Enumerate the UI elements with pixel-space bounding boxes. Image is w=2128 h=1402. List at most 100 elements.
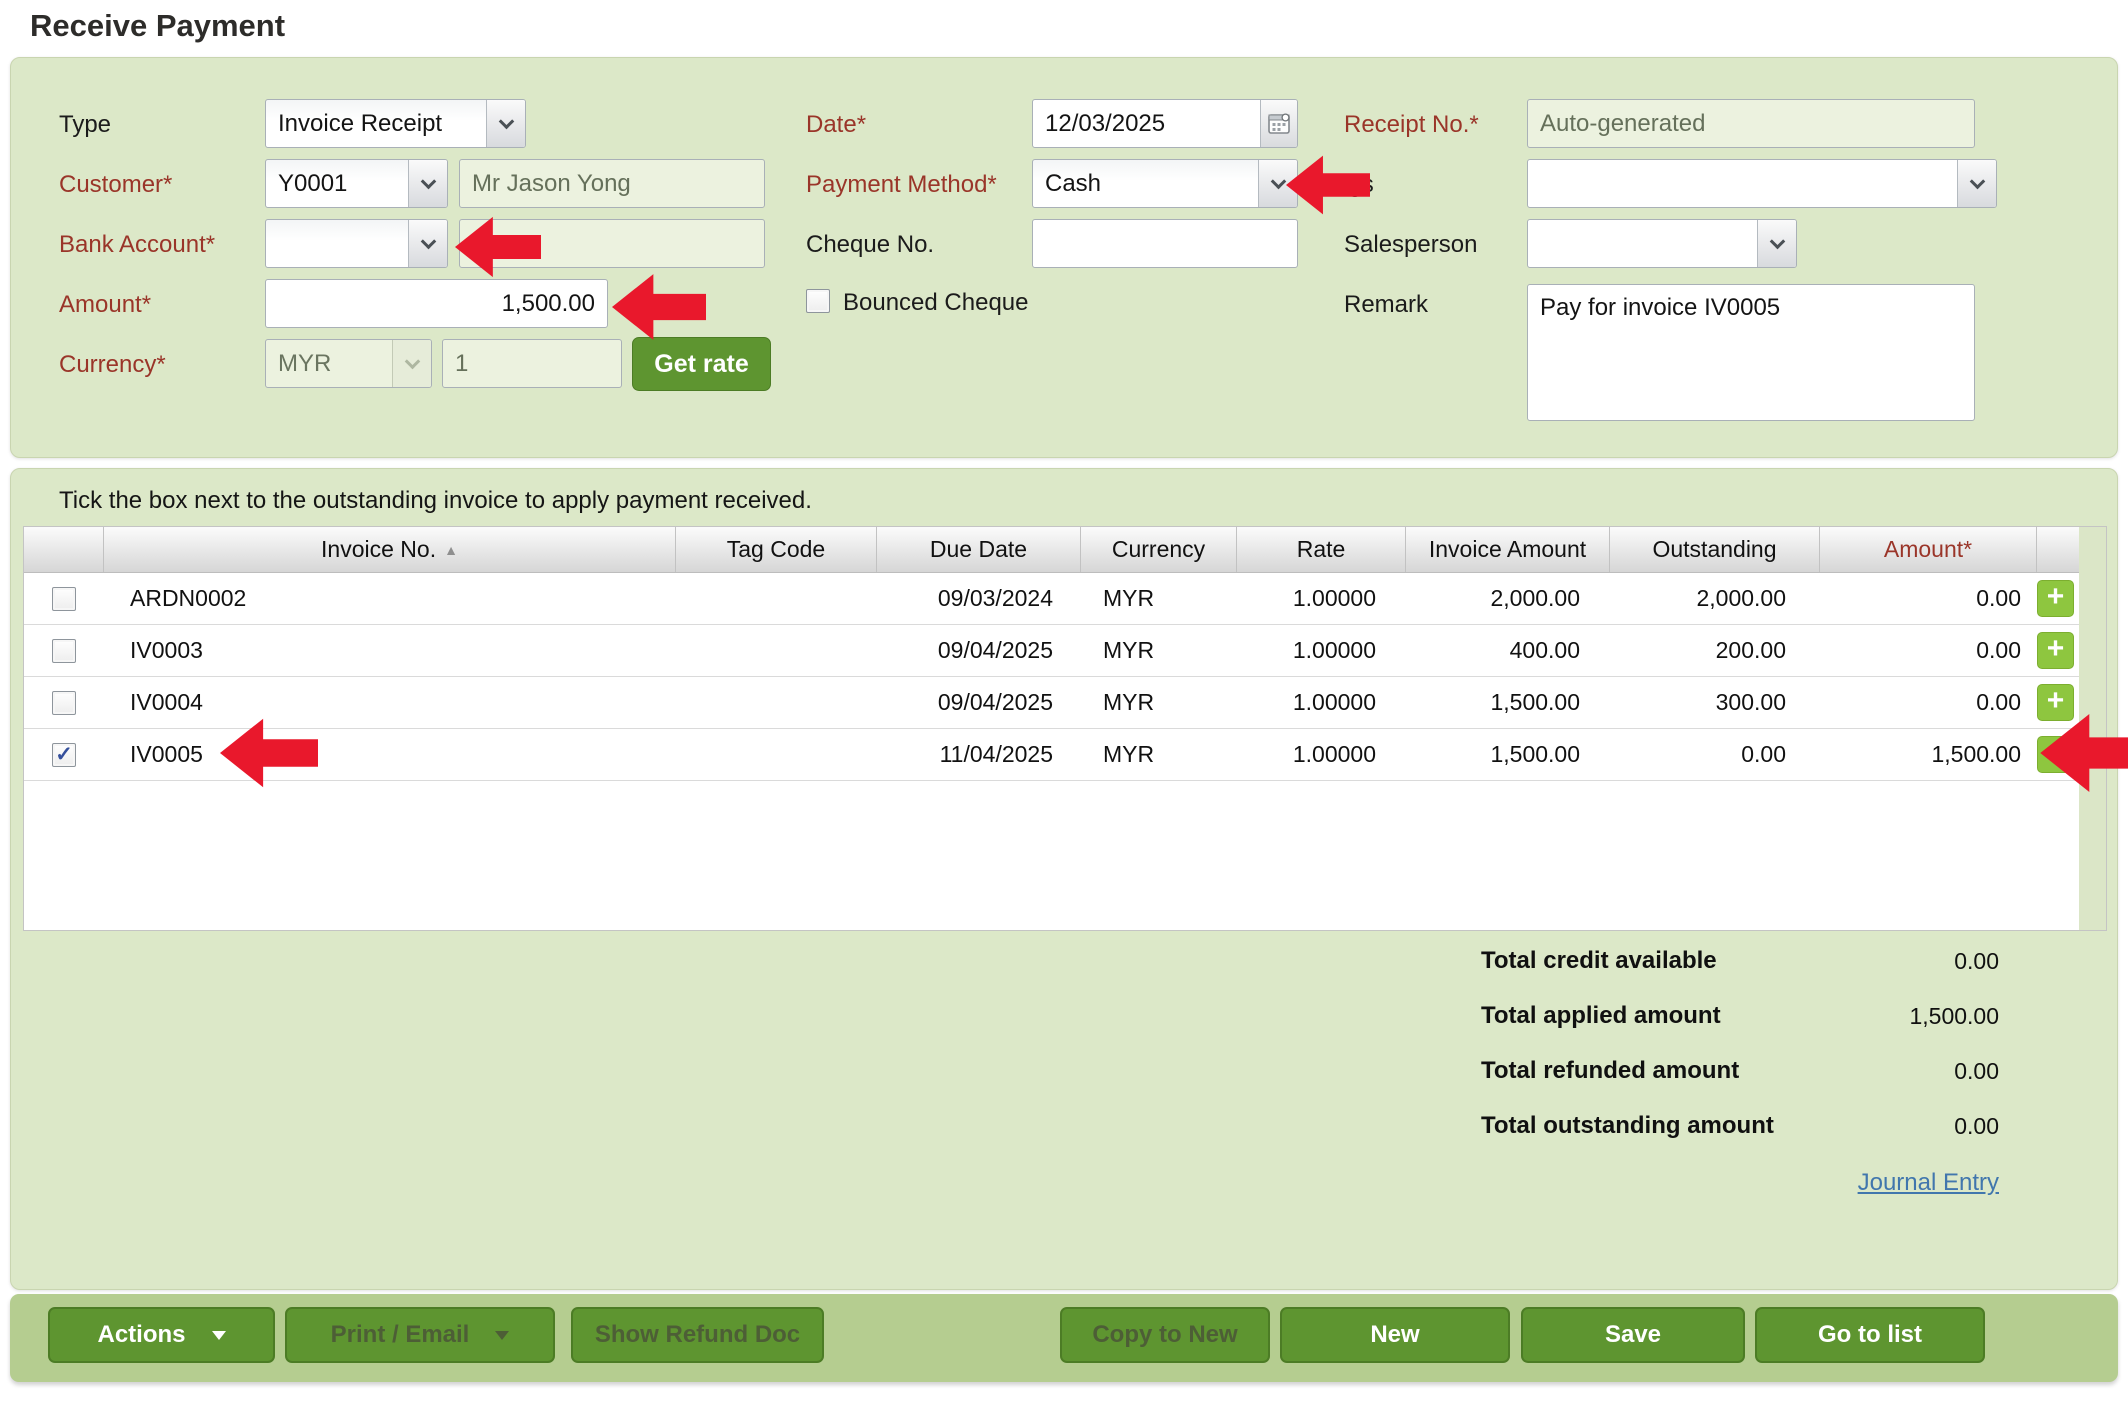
bank-account-chevron-down-icon[interactable] (408, 220, 447, 267)
actions-button[interactable]: Actions (48, 1307, 275, 1363)
cell-outstanding: 200.00 (1610, 625, 1820, 676)
cell-outstanding: 2,000.00 (1610, 573, 1820, 624)
type-value: Invoice Receipt (266, 110, 486, 138)
cell-due-date: 09/04/2025 (877, 625, 1081, 676)
date-value: 12/03/2025 (1033, 110, 1260, 138)
row-checkbox-checked[interactable]: ✓ (52, 743, 76, 767)
cell-due-date: 11/04/2025 (877, 729, 1081, 780)
apply-instruction-text: Tick the box next to the outstanding inv… (59, 487, 812, 515)
cell-invoice-no: IV0005 (104, 729, 676, 780)
outstanding-invoice-table: Invoice No.▲ Tag Code Due Date Currency … (23, 526, 2107, 931)
go-to-list-button[interactable]: Go to list (1755, 1307, 1985, 1363)
total-refunded-amount-value: 0.00 (1751, 1058, 1999, 1085)
cell-currency: MYR (1081, 625, 1237, 676)
payment-form-panel: Type Customer* Bank Account* Amount* Cur… (10, 57, 2118, 458)
cell-invoice-amount: 1,500.00 (1406, 677, 1610, 728)
customer-name-field: Mr Jason Yong (459, 159, 765, 208)
date-input[interactable]: 12/03/2025 (1032, 99, 1298, 148)
cell-tag-code (676, 573, 877, 624)
total-refunded-amount-label: Total refunded amount (1481, 1057, 1739, 1085)
header-currency[interactable]: Currency (1081, 527, 1237, 572)
receipt-no-field: Auto-generated (1527, 99, 1975, 148)
cheque-no-input[interactable] (1032, 219, 1298, 268)
header-checkbox-cell (24, 527, 104, 572)
cell-currency: MYR (1081, 573, 1237, 624)
exchange-rate-field: 1 (442, 339, 622, 388)
receive-payment-page: Receive Payment Type Customer* Bank Acco… (0, 0, 2128, 1402)
header-tag-code[interactable]: Tag Code (676, 527, 877, 572)
cell-rate: 1.00000 (1237, 625, 1406, 676)
amount-input[interactable]: 1,500.00 (265, 279, 608, 328)
cell-due-date: 09/04/2025 (877, 677, 1081, 728)
header-due-date[interactable]: Due Date (877, 527, 1081, 572)
customer-chevron-down-icon[interactable] (408, 160, 447, 207)
type-select[interactable]: Invoice Receipt (265, 99, 526, 148)
bank-account-arrow-left-icon (455, 208, 541, 286)
table-row-selected: ✓ IV0005 11/04/2025 MYR 1.00000 1,500.00… (24, 729, 2106, 781)
customer-code-select[interactable]: Y0001 (265, 159, 448, 208)
cell-rate: 1.00000 (1237, 573, 1406, 624)
invoice-row-arrow-left-icon (220, 714, 318, 792)
cell-invoice-no: ARDN0002 (104, 573, 676, 624)
new-button[interactable]: New (1280, 1307, 1510, 1363)
bounced-cheque-checkbox[interactable] (806, 289, 830, 313)
currency-chevron-down-icon (392, 340, 431, 387)
cell-tag-code (676, 625, 877, 676)
type-label: Type (59, 111, 111, 139)
add-amount-icon[interactable] (2037, 580, 2074, 617)
currency-value: MYR (266, 350, 392, 378)
total-applied-amount-label: Total applied amount (1481, 1002, 1721, 1030)
print-email-caret-down-icon (495, 1331, 509, 1340)
cell-outstanding: 300.00 (1610, 677, 1820, 728)
add-amount-icon[interactable] (2037, 632, 2074, 669)
type-chevron-down-icon[interactable] (486, 100, 525, 147)
cell-tag-code (676, 729, 877, 780)
save-button[interactable]: Save (1521, 1307, 1745, 1363)
payment-method-select[interactable]: Cash (1032, 159, 1298, 208)
header-invoice-amount[interactable]: Invoice Amount (1406, 527, 1610, 572)
header-rate[interactable]: Rate (1237, 527, 1406, 572)
row-checkbox[interactable] (52, 639, 76, 663)
total-applied-amount-value: 1,500.00 (1751, 1003, 1999, 1030)
cell-invoice-no: IV0004 (104, 677, 676, 728)
row-checkbox[interactable] (52, 691, 76, 715)
salesperson-chevron-down-icon[interactable] (1757, 220, 1796, 267)
total-credit-available-value: 0.00 (1751, 948, 1999, 975)
calendar-icon[interactable] (1260, 100, 1297, 147)
cell-invoice-amount: 1,500.00 (1406, 729, 1610, 780)
cell-currency: MYR (1081, 677, 1237, 728)
header-outstanding[interactable]: Outstanding (1610, 527, 1820, 572)
cell-amount: 0.00 (1820, 625, 2037, 676)
cell-amount: 0.00 (1820, 677, 2037, 728)
cell-rate: 1.00000 (1237, 677, 1406, 728)
apply-amount-arrow-left-icon (2040, 714, 2128, 792)
payment-method-arrow-left-icon (1286, 146, 1370, 224)
currency-label: Currency* (59, 351, 166, 379)
journal-entry-link[interactable]: Journal Entry (1751, 1169, 1999, 1197)
tags-chevron-down-icon[interactable] (1957, 160, 1996, 207)
table-row: IV0004 09/04/2025 MYR 1.00000 1,500.00 3… (24, 677, 2106, 729)
row-checkbox[interactable] (52, 587, 76, 611)
copy-to-new-button: Copy to New (1060, 1307, 1270, 1363)
bank-account-select[interactable] (265, 219, 448, 268)
tags-select[interactable] (1527, 159, 1997, 208)
header-add-cell (2037, 527, 2081, 572)
salesperson-select[interactable] (1527, 219, 1797, 268)
payment-method-label: Payment Method* (806, 171, 997, 199)
remark-textarea[interactable]: Pay for invoice IV0005 (1527, 284, 1975, 421)
cell-amount: 0.00 (1820, 573, 2037, 624)
currency-select: MYR (265, 339, 432, 388)
date-label: Date* (806, 111, 866, 139)
table-row: ARDN0002 09/03/2024 MYR 1.00000 2,000.00… (24, 573, 2106, 625)
header-amount[interactable]: Amount* (1820, 527, 2037, 572)
cell-invoice-amount: 400.00 (1406, 625, 1610, 676)
cell-tag-code (676, 677, 877, 728)
cell-rate: 1.00000 (1237, 729, 1406, 780)
table-row: IV0003 09/04/2025 MYR 1.00000 400.00 200… (24, 625, 2106, 677)
total-outstanding-amount-value: 0.00 (1751, 1113, 1999, 1140)
bank-account-label: Bank Account* (59, 231, 215, 259)
sort-asc-icon: ▲ (444, 542, 458, 558)
print-email-button: Print / Email (285, 1307, 555, 1363)
receipt-no-label: Receipt No.* (1344, 111, 1479, 139)
header-invoice-no[interactable]: Invoice No.▲ (104, 527, 676, 572)
